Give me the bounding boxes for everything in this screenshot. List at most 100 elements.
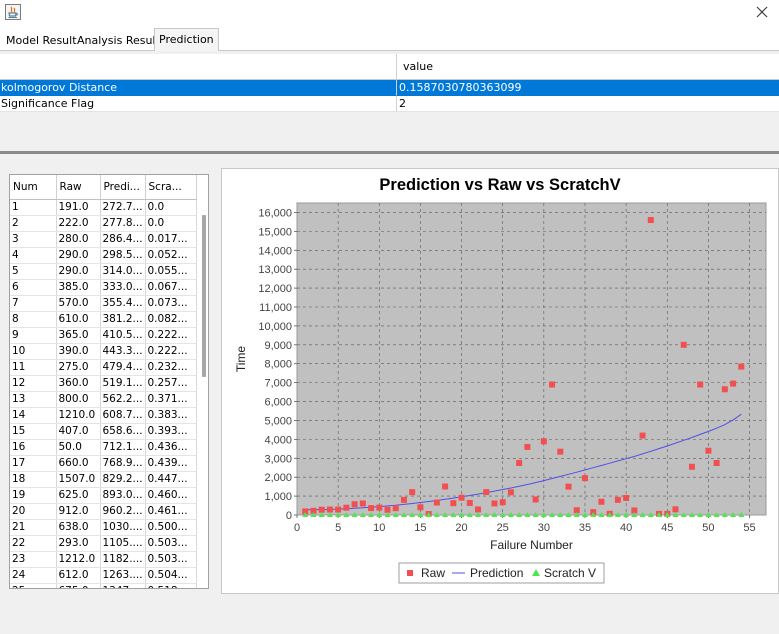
table-row[interactable]: 6 385.0 333.0... 0.067...: [10, 279, 197, 296]
table-row[interactable]: 7 570.0 355.4... 0.073...: [10, 295, 197, 312]
data-point-raw: [466, 499, 473, 506]
table-cell-row-scratch: 0.017...: [145, 231, 197, 248]
table-cell-row-num: 9: [10, 327, 57, 344]
table-row[interactable]: 25675.01347....0.518...: [10, 583, 197, 588]
results-row-kolmogorov[interactable]: kolmogorov Distance 0.1587030780363099: [0, 80, 779, 96]
table-row[interactable]: 24 612.0 1263.... 0.504...: [10, 567, 197, 584]
table-cell-row-scratch: 0.067...: [145, 279, 197, 296]
table-row[interactable]: 16 50.0 712.1... 0.436...: [10, 439, 197, 456]
tab-strip: Model Result Analysis Result Prediction: [0, 27, 779, 52]
results-header-name[interactable]: [0, 54, 397, 80]
table-cell-row-raw: 290.0: [56, 247, 101, 264]
table-cell-row-prediction: 443.3...: [100, 343, 146, 360]
table-cell-row-num: 8: [10, 311, 57, 328]
y-tick-label: 3,000: [264, 453, 292, 465]
column-header-scratch[interactable]: Scra...: [145, 175, 197, 200]
table-row[interactable]: 14 1210.0 608.7... 0.383...: [10, 407, 197, 424]
table-cell-row-scratch: 0.500...: [145, 519, 197, 536]
table-row[interactable]: 9 365.0 410.5... 0.222...: [10, 327, 197, 344]
column-header-prediction[interactable]: Predi...: [100, 175, 146, 200]
table-scrollbar-thumb[interactable]: [202, 215, 206, 377]
table-cell-row-prediction: 1105....: [100, 535, 146, 552]
table-cell-row-raw: 407.0: [56, 423, 101, 440]
table-row[interactable]: 13 800.0 562.2... 0.371...: [10, 391, 197, 408]
data-point-raw: [598, 498, 605, 505]
data-point-raw: [540, 438, 547, 445]
y-tick-label: 13,000: [258, 264, 292, 276]
table-cell-row-prediction: 562.2...: [100, 391, 146, 408]
table-cell-row-num: 21: [10, 519, 57, 536]
results-row-name: Significance Flag: [0, 96, 397, 112]
table-row[interactable]: 10 390.0 443.3... 0.222...: [10, 343, 197, 360]
column-header-num[interactable]: Num: [10, 175, 57, 200]
table-cell-row-prediction: 1263....: [100, 567, 146, 584]
tab-prediction[interactable]: Prediction: [154, 28, 219, 52]
results-panel: value kolmogorov Distance 0.158703078036…: [0, 51, 779, 151]
table-cell-row-prediction: 355.4...: [100, 295, 146, 312]
data-table-header: Num Raw Predi... Scra...: [10, 175, 197, 200]
table-cell-row-scratch: 0.052...: [145, 247, 197, 264]
table-cell-row-raw: 800.0: [56, 391, 101, 408]
table-cell-row-prediction: 286.4...: [100, 231, 146, 248]
results-row-value: 2: [397, 96, 779, 112]
table-cell-row-scratch: 0.371...: [145, 391, 197, 408]
data-point-raw: [359, 500, 366, 507]
table-row[interactable]: 11 275.0 479.4... 0.232...: [10, 359, 197, 376]
table-cell-row-num: 25: [10, 583, 57, 588]
results-header-value[interactable]: value: [397, 54, 779, 80]
data-point-raw: [647, 217, 654, 224]
table-cell-row-scratch: 0.436...: [145, 439, 197, 456]
table-row[interactable]: 22 293.0 1105.... 0.503...: [10, 535, 197, 552]
legend-label-prediction: Prediction: [470, 566, 523, 580]
y-tick-label: 15,000: [258, 226, 292, 238]
tab-model-result[interactable]: Model Result: [1, 29, 82, 51]
results-table-header: value: [0, 54, 779, 80]
data-point-raw: [458, 494, 465, 501]
table-cell-row-num: 5: [10, 263, 57, 280]
data-point-raw: [524, 443, 531, 450]
data-point-raw: [335, 506, 342, 513]
table-row[interactable]: 2 222.0 277.8... 0.0: [10, 215, 197, 232]
x-tick-label: 5: [335, 522, 341, 534]
table-cell-row-num: 18: [10, 471, 57, 488]
tab-analysis-result[interactable]: Analysis Result: [72, 29, 165, 51]
table-row[interactable]: 4 290.0 298.5... 0.052...: [10, 247, 197, 264]
table-cell-row-num: 6: [10, 279, 57, 296]
x-tick-label: 40: [620, 522, 632, 534]
table-row[interactable]: 3 280.0 286.4... 0.017...: [10, 231, 197, 248]
close-icon[interactable]: [753, 3, 771, 21]
table-cell-row-num: 24: [10, 567, 57, 584]
lower-panel: Num Raw Predi... Scra... 1 191.0 272.7... 0…: [0, 154, 779, 634]
table-row[interactable]: 21 638.0 1030.... 0.500...: [10, 519, 197, 536]
x-tick-label: 0: [294, 522, 300, 534]
table-cell-row-prediction: 272.7...: [100, 199, 146, 216]
table-row[interactable]: 15 407.0 658.6... 0.393...: [10, 423, 197, 440]
title-bar: [0, 0, 779, 27]
x-tick-label: 50: [702, 522, 714, 534]
table-row[interactable]: 17 660.0 768.9... 0.439...: [10, 455, 197, 472]
table-cell-row-raw: 390.0: [56, 343, 101, 360]
table-row[interactable]: 18 1507.0 829.2... 0.447...: [10, 471, 197, 488]
table-cell-row-prediction: 768.9...: [100, 455, 146, 472]
y-axis-label: Time: [234, 346, 248, 373]
table-cell-row-scratch: 0.461...: [145, 503, 197, 520]
table-cell-row-raw: 222.0: [56, 215, 101, 232]
y-tick-label: 1,000: [264, 491, 292, 503]
table-cell-row-prediction: 333.0...: [100, 279, 146, 296]
table-row[interactable]: 5 290.0 314.0... 0.055...: [10, 263, 197, 280]
table-row[interactable]: 20 912.0 960.2... 0.461...: [10, 503, 197, 520]
table-cell-row-scratch: 0.393...: [145, 423, 197, 440]
table-cell-row-num: 10: [10, 343, 57, 360]
table-row[interactable]: 12 360.0 519.1... 0.257...: [10, 375, 197, 392]
table-row[interactable]: 8 610.0 381.2... 0.082...: [10, 311, 197, 328]
results-row-significance[interactable]: Significance Flag 2: [0, 96, 779, 112]
table-cell-row-prediction: 1030....: [100, 519, 146, 536]
data-point-raw: [705, 447, 712, 454]
results-row-name: kolmogorov Distance: [0, 80, 397, 96]
table-cell-row-prediction: 658.6...: [100, 423, 146, 440]
table-row[interactable]: 1 191.0 272.7... 0.0: [10, 199, 197, 216]
table-cell-row-raw: 360.0: [56, 375, 101, 392]
table-row[interactable]: 23 1212.0 1182.... 0.503...: [10, 551, 197, 568]
column-header-raw[interactable]: Raw: [56, 175, 101, 200]
table-row[interactable]: 19 625.0 893.0... 0.460...: [10, 487, 197, 504]
